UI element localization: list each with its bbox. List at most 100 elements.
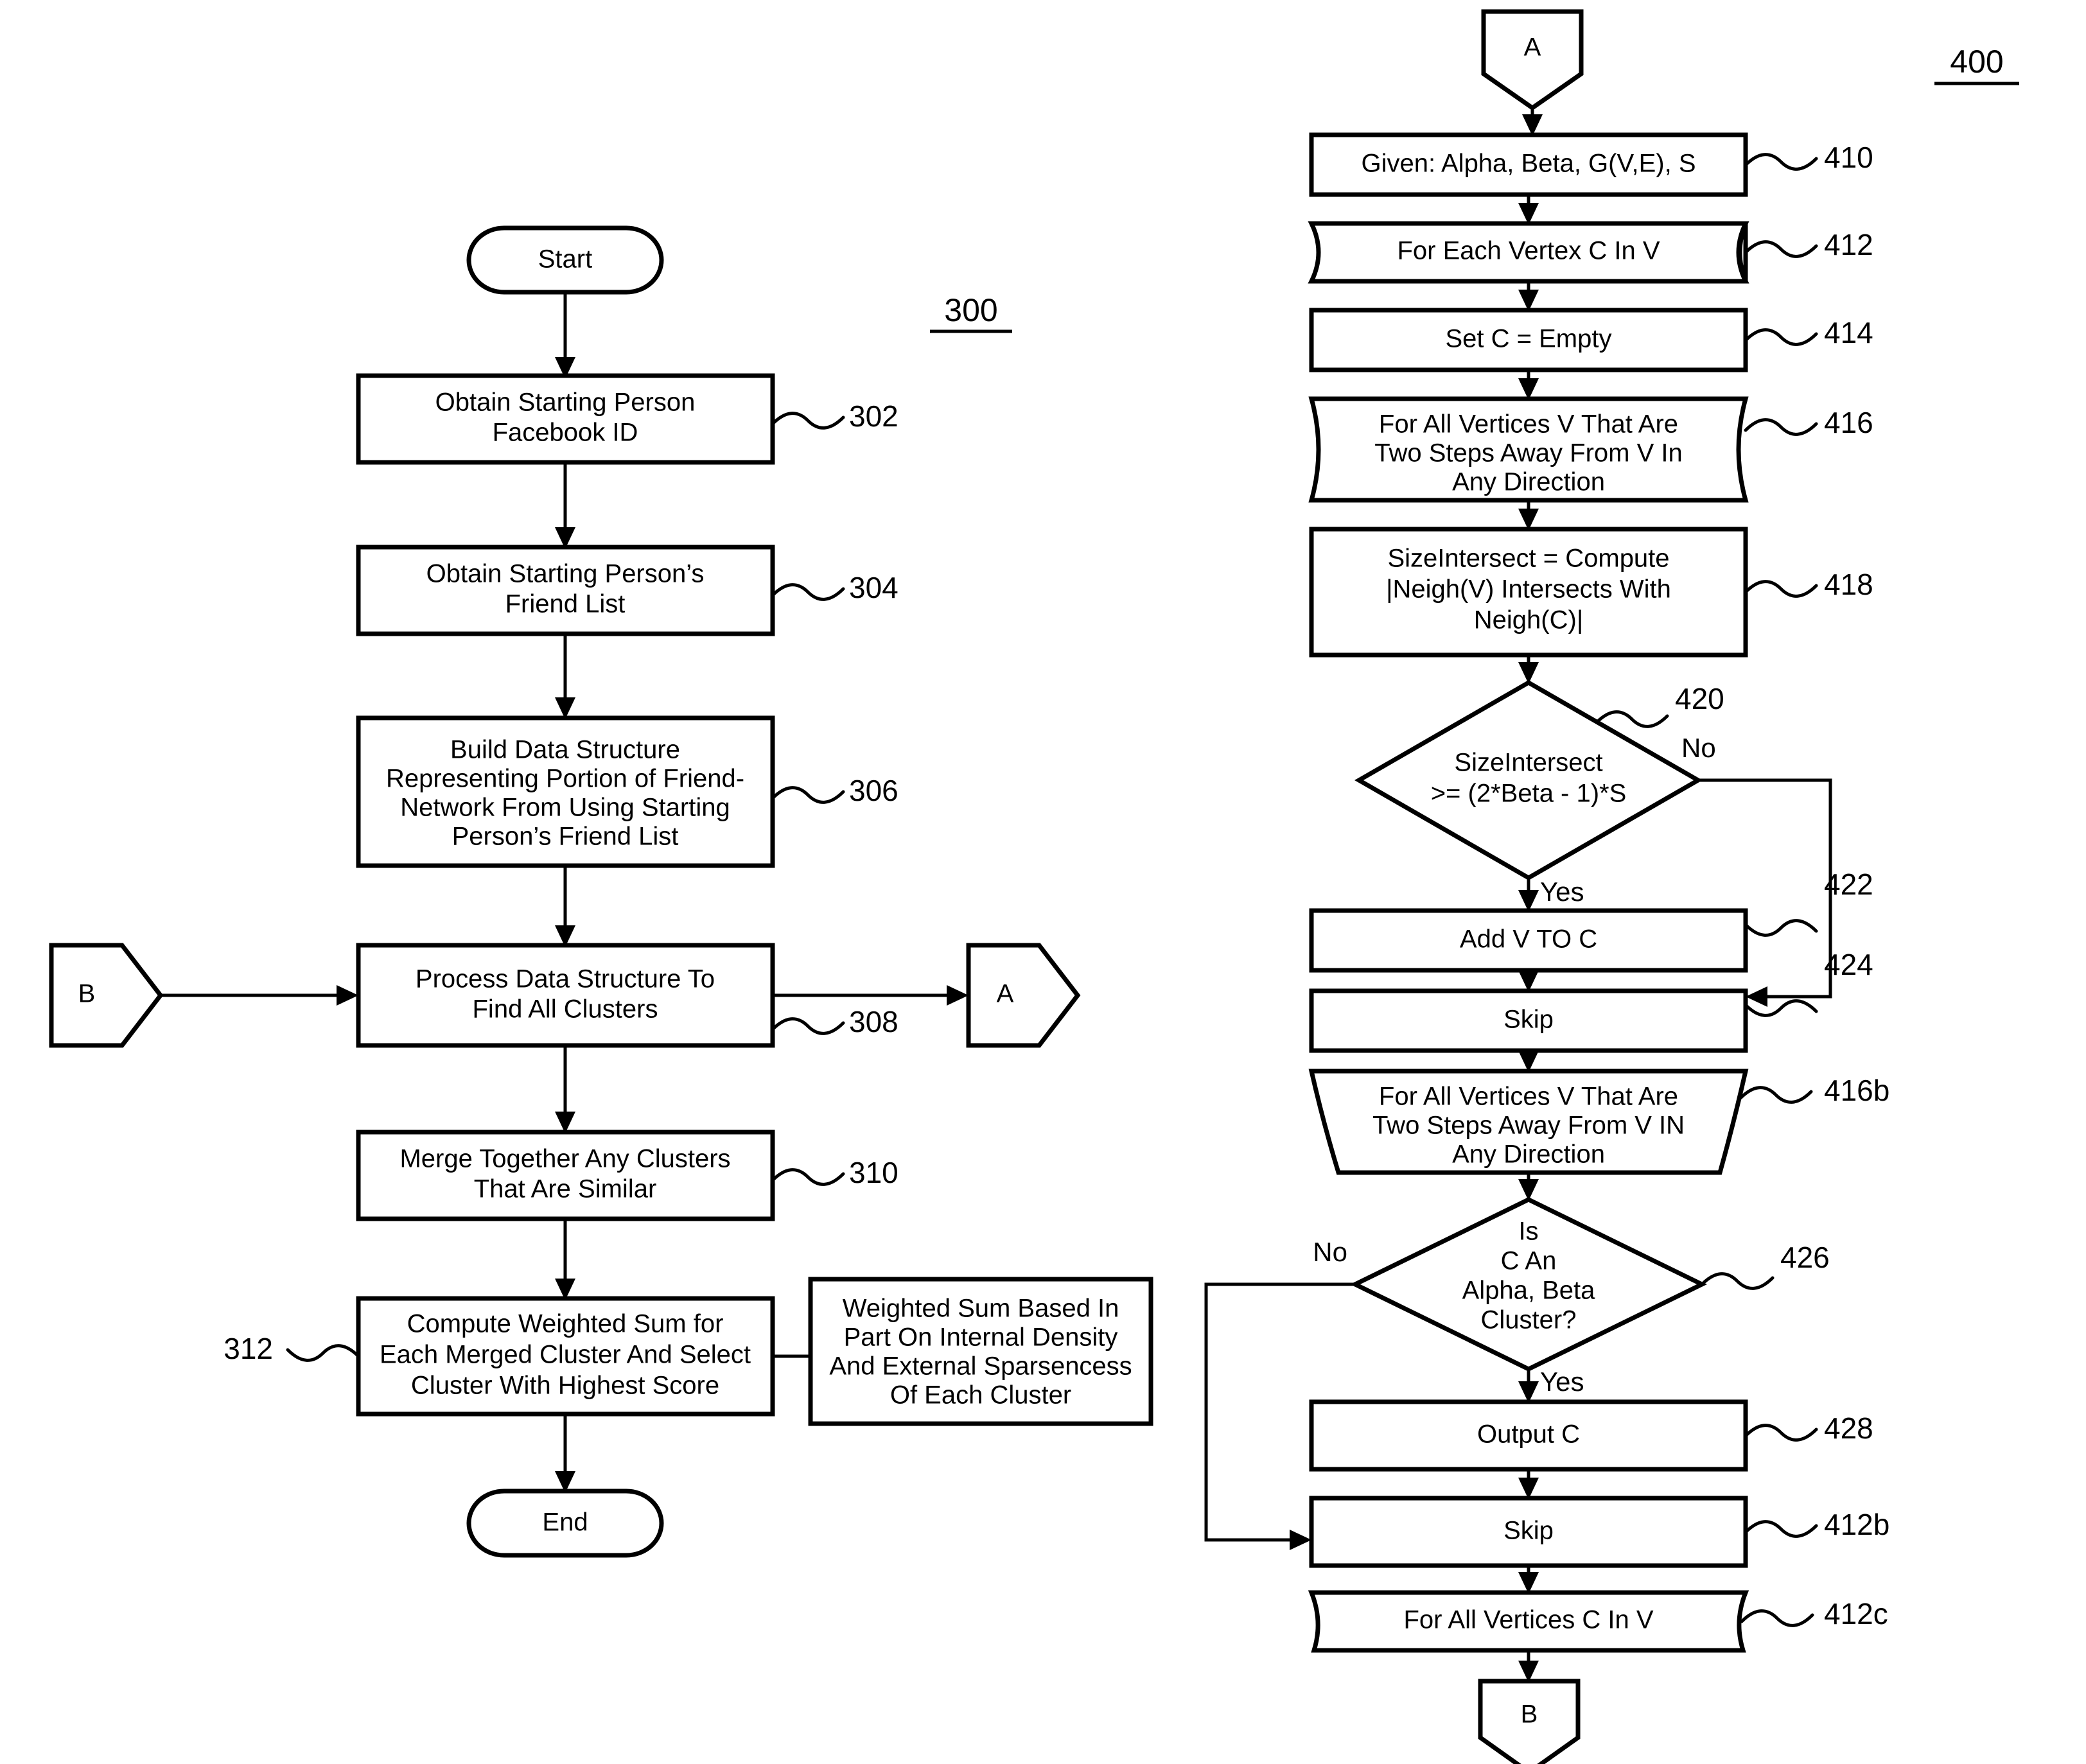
process-304-line-1: Friend List [505, 590, 626, 618]
ref-302-label: 302 [849, 399, 898, 433]
ref-428: 428 [1744, 1411, 1873, 1445]
ref-414-label: 414 [1824, 316, 1873, 349]
connector-306-to-308 [555, 866, 575, 947]
decision-420-line-0: SizeIntersect [1454, 749, 1602, 777]
ref-416-label: 416 [1824, 406, 1873, 439]
process-310: Merge Together Any Clusters That Are Sim… [356, 1130, 775, 1221]
process-306: Build Data Structure Representing Portio… [356, 715, 775, 868]
connector-412-to-414 [1518, 281, 1539, 311]
connector-312-to-end [555, 1414, 575, 1493]
process-418-line-0: SizeIntersect = Compute [1387, 545, 1669, 573]
process-424-line-0: Skip [1503, 1006, 1554, 1034]
ref-412c-label: 412c [1824, 1597, 1888, 1630]
ref-420-label: 420 [1675, 682, 1724, 715]
ref-418: 418 [1744, 568, 1873, 601]
connector-node-b-in: B [49, 943, 164, 1048]
process-410: Given: Alpha, Beta, G(V,E), S [1309, 132, 1748, 197]
ref-426-label: 426 [1780, 1241, 1830, 1274]
connector-b-to-308 [161, 985, 358, 1006]
process-410-line-0: Given: Alpha, Beta, G(V,E), S [1361, 150, 1696, 178]
connector-308-to-a [773, 985, 968, 1006]
figure-number-300: 300 [930, 292, 1012, 333]
ref-418-label: 418 [1824, 568, 1873, 601]
ref-310-label: 310 [849, 1156, 898, 1189]
process-412b-line-0: Skip [1503, 1517, 1554, 1545]
branch-420-yes: Yes [1518, 877, 1584, 912]
process-306-line-1: Representing Portion of Friend- [386, 765, 744, 793]
loop-416-line-0: For All Vertices V That Are [1379, 410, 1678, 439]
branch-426-yes: Yes [1518, 1367, 1584, 1403]
connector-416b-to-426 [1518, 1173, 1539, 1201]
figure-number-400-label: 400 [1950, 44, 2003, 80]
process-304-line-0: Obtain Starting Person’s [426, 560, 705, 588]
decision-426-line-1: C An [1501, 1247, 1557, 1275]
connector-node-b-in-label: B [78, 980, 96, 1008]
process-308: Process Data Structure To Find All Clust… [356, 943, 775, 1048]
annotation-line-1: Part On Internal Density [844, 1323, 1118, 1352]
loop-416: For All Vertices V That Are Two Steps Aw… [1308, 396, 1749, 503]
terminal-end: End [466, 1489, 664, 1558]
ref-302: 302 [771, 399, 898, 433]
process-414-line-0: Set C = Empty [1446, 325, 1612, 353]
decision-426: Is C An Alpha, Beta Cluster? [1350, 1197, 1707, 1372]
process-428-line-0: Output C [1477, 1420, 1580, 1449]
process-312-line-1: Each Merged Cluster And Select [380, 1341, 751, 1369]
ref-428-label: 428 [1824, 1411, 1873, 1445]
process-418: SizeIntersect = Compute |Neigh(V) Inters… [1309, 527, 1748, 658]
annotation-line-0: Weighted Sum Based In [843, 1295, 1119, 1323]
ref-412c: 412c [1740, 1597, 1888, 1630]
loop-412c: For All Vertices C In V [1308, 1590, 1749, 1653]
ref-410-label: 410 [1824, 141, 1873, 174]
ref-304-label: 304 [849, 571, 898, 604]
connector-414-to-416 [1518, 370, 1539, 400]
ref-312-label: 312 [224, 1332, 273, 1365]
process-302: Obtain Starting Person Facebook ID [356, 373, 775, 465]
loop-416-line-2: Any Direction [1452, 468, 1605, 496]
ref-312: 312 [224, 1332, 360, 1365]
process-418-line-1: |Neigh(V) Intersects With [1386, 575, 1671, 604]
patent-flowchart-figure: 300 Start Obtain Starting Person Faceboo… [0, 0, 2086, 1764]
process-308-line-0: Process Data Structure To [416, 965, 715, 993]
process-428: Output C [1309, 1399, 1748, 1472]
branch-420-yes-label: Yes [1540, 877, 1584, 907]
ref-416: 416 [1744, 406, 1873, 439]
connector-428-to-412b [1518, 1469, 1539, 1499]
decision-426-line-3: Cluster? [1481, 1306, 1577, 1334]
branch-420-no-label: No [1681, 733, 1716, 763]
ref-424-label: 424 [1824, 948, 1873, 981]
loop-412: For Each Vertex C In V [1308, 221, 1749, 284]
process-306-line-3: Person’s Friend List [452, 823, 679, 851]
ref-410: 410 [1744, 141, 1873, 174]
annotation-line-2: And External Sparsencess [829, 1352, 1132, 1381]
loop-416b-line-2: Any Direction [1452, 1140, 1605, 1169]
ref-306: 306 [771, 774, 898, 807]
loop-416b: For All Vertices V That Are Two Steps Aw… [1308, 1069, 1749, 1175]
process-422-line-0: Add V TO C [1460, 925, 1597, 954]
connector-start-to-302 [555, 292, 575, 379]
connector-node-a-out-label: A [997, 980, 1014, 1008]
terminal-start: Start [466, 225, 664, 295]
process-312-line-0: Compute Weighted Sum for [407, 1310, 724, 1338]
ref-308: 308 [771, 1005, 898, 1038]
process-412b: Skip [1309, 1496, 1748, 1568]
connector-304-to-306 [555, 634, 575, 719]
process-310-line-1: That Are Similar [474, 1175, 657, 1203]
process-312-line-2: Cluster With Highest Score [411, 1372, 719, 1400]
process-414: Set C = Empty [1309, 308, 1748, 372]
ref-306-label: 306 [849, 774, 898, 807]
decision-420: SizeIntersect >= (2*Beta - 1)*S [1354, 679, 1703, 881]
process-312: Compute Weighted Sum for Each Merged Clu… [356, 1296, 775, 1417]
connector-410-to-412 [1518, 195, 1539, 225]
ref-422-label: 422 [1824, 868, 1873, 901]
decision-426-line-2: Alpha, Beta [1462, 1277, 1596, 1305]
connector-node-a-in-label: A [1524, 33, 1541, 62]
ref-412-label: 412 [1824, 228, 1873, 261]
ref-422: 422 [1744, 868, 1873, 937]
process-304: Obtain Starting Person’s Friend List [356, 545, 775, 636]
loop-412c-line-0: For All Vertices C In V [1403, 1606, 1653, 1634]
ref-416b: 416b [1739, 1074, 1889, 1107]
connector-node-a-out: A [966, 943, 1081, 1048]
connector-310-to-312 [555, 1219, 575, 1300]
process-424: Skip [1309, 988, 1748, 1053]
ref-416b-label: 416b [1824, 1074, 1889, 1107]
